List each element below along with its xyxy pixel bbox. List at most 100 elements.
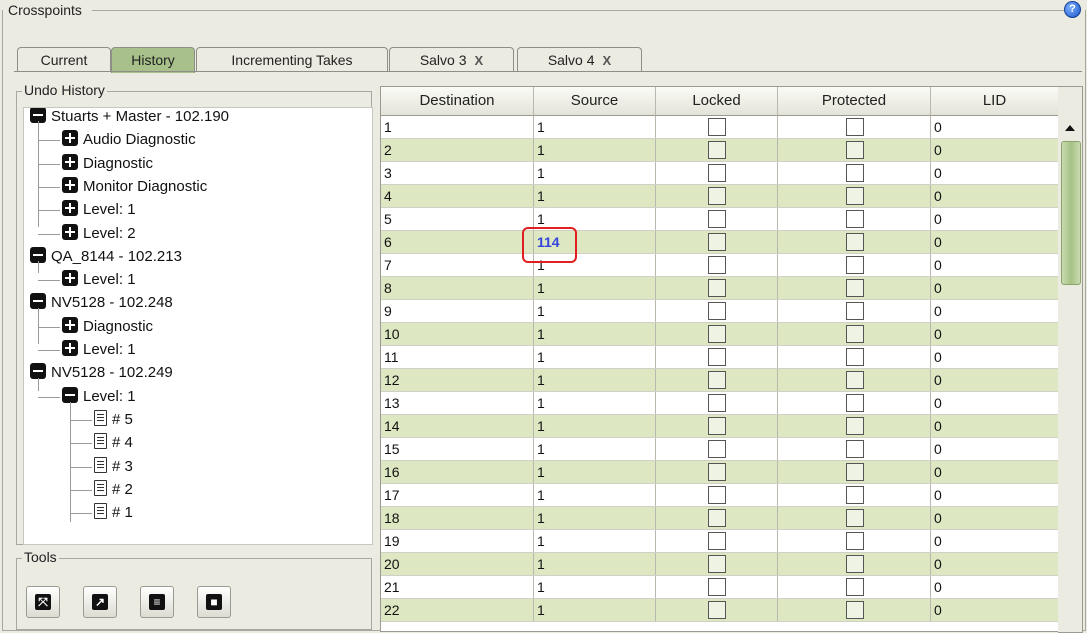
lid-cell[interactable]: 0 [931,231,1059,253]
source-cell[interactable]: 1 [534,438,656,460]
destination-cell[interactable]: 22 [381,599,534,621]
source-cell[interactable]: 1 [534,162,656,184]
destination-cell[interactable]: 18 [381,507,534,529]
table-row[interactable]: 6 114 0 [381,231,1059,254]
source-cell[interactable]: 1 [534,185,656,207]
grid-vertical-scrollbar[interactable] [1058,86,1083,633]
protected-checkbox[interactable] [846,164,864,182]
source-cell[interactable]: 1 [534,415,656,437]
table-row[interactable]: 11 1 0 [381,346,1059,369]
tab-salvo-4[interactable]: Salvo 4 X [517,47,642,72]
tab-current[interactable]: Current [17,47,111,72]
destination-cell[interactable]: 20 [381,553,534,575]
protected-checkbox[interactable] [846,509,864,527]
table-row[interactable]: 41 0 [381,185,1059,208]
protected-checkbox[interactable] [846,256,864,274]
column-header-locked[interactable]: Locked [656,87,778,116]
lid-cell[interactable]: 0 [931,599,1059,621]
locked-checkbox[interactable] [708,394,726,412]
column-header-destination[interactable]: Destination [381,87,534,116]
tree-node[interactable]: # 5 [94,409,133,431]
table-row[interactable]: 13 1 0 [381,392,1059,415]
plus-icon[interactable] [62,340,78,357]
scroll-track[interactable] [1061,285,1079,631]
source-cell[interactable]: 1 [534,139,656,161]
lid-cell[interactable]: 0 [931,254,1059,276]
table-row[interactable]: 12 1 0 [381,369,1059,392]
lid-cell[interactable]: 0 [931,323,1059,345]
protected-checkbox[interactable] [846,348,864,366]
tree-node[interactable]: # 2 [94,479,133,501]
protected-checkbox[interactable] [846,302,864,320]
document-button[interactable]: ≡ [140,586,174,618]
plus-icon[interactable] [62,130,78,147]
table-row[interactable]: 19 1 0 [381,530,1059,553]
lid-cell[interactable]: 0 [931,507,1059,529]
scroll-thumb[interactable] [1061,141,1081,285]
column-header-protected[interactable]: Protected [778,87,931,116]
table-row[interactable]: 14 1 0 [381,415,1059,438]
tree-node[interactable]: Diagnostic [62,153,153,175]
protected-checkbox[interactable] [846,233,864,251]
source-cell[interactable]: 1 [534,553,656,575]
destination-cell[interactable]: 9 [381,300,534,322]
lid-cell[interactable]: 0 [931,162,1059,184]
plus-icon[interactable] [62,176,78,193]
locked-checkbox[interactable] [708,302,726,320]
source-cell[interactable]: 1 [534,507,656,529]
destination-cell[interactable]: 16 [381,461,534,483]
destination-cell[interactable]: 12 [381,369,534,391]
locked-checkbox[interactable] [708,348,726,366]
locked-checkbox[interactable] [708,118,726,136]
shuffle-button[interactable]: ⤧ [26,586,60,618]
destination-cell[interactable]: 7 [381,254,534,276]
plus-icon[interactable] [62,200,78,217]
tab-salvo-3[interactable]: Salvo 3 X [389,47,514,72]
locked-checkbox[interactable] [708,601,726,619]
protected-checkbox[interactable] [846,279,864,297]
locked-checkbox[interactable] [708,371,726,389]
table-row[interactable]: 22 1 0 [381,599,1059,622]
locked-checkbox[interactable] [708,509,726,527]
plus-icon[interactable] [62,316,78,333]
destination-cell[interactable]: 6 [381,231,534,253]
tree-node[interactable]: Level: 1 [62,269,136,291]
plus-icon[interactable] [62,223,78,240]
locked-checkbox[interactable] [708,417,726,435]
column-header-lid[interactable]: LID [931,87,1059,116]
protected-checkbox[interactable] [846,394,864,412]
plus-icon[interactable] [62,153,78,170]
source-cell[interactable]: 1 [534,530,656,552]
protected-checkbox[interactable] [846,371,864,389]
destination-cell[interactable]: 14 [381,415,534,437]
table-row[interactable]: 20 1 0 [381,553,1059,576]
lid-cell[interactable]: 0 [931,277,1059,299]
minus-icon[interactable] [30,363,46,380]
destination-cell[interactable]: 1 [381,116,534,138]
tree-node[interactable]: NV5128 - 102.248 [30,292,173,314]
protected-checkbox[interactable] [846,463,864,481]
locked-checkbox[interactable] [708,256,726,274]
table-row[interactable]: 18 1 0 [381,507,1059,530]
lid-cell[interactable]: 0 [931,116,1059,138]
minus-icon[interactable] [62,386,78,403]
destination-cell[interactable]: 11 [381,346,534,368]
locked-checkbox[interactable] [708,210,726,228]
tree-node[interactable]: Level: 2 [62,223,136,245]
locked-checkbox[interactable] [708,233,726,251]
locked-checkbox[interactable] [708,555,726,573]
tree-node[interactable]: Audio Diagnostic [62,129,196,151]
tree-node[interactable]: Stuarts + Master - 102.190 [30,108,229,128]
table-row[interactable]: 81 0 [381,277,1059,300]
tree-node[interactable]: Level: 1 [62,199,136,221]
protected-checkbox[interactable] [846,601,864,619]
protected-checkbox[interactable] [846,440,864,458]
destination-cell[interactable]: 8 [381,277,534,299]
table-row[interactable]: 21 1 0 [381,576,1059,599]
table-row[interactable]: 15 1 0 [381,438,1059,461]
destination-cell[interactable]: 5 [381,208,534,230]
tree-node[interactable]: QA_8144 - 102.213 [30,246,182,268]
tree-node[interactable]: # 3 [94,456,133,478]
protected-checkbox[interactable] [846,417,864,435]
source-cell[interactable]: 1 [534,116,656,138]
